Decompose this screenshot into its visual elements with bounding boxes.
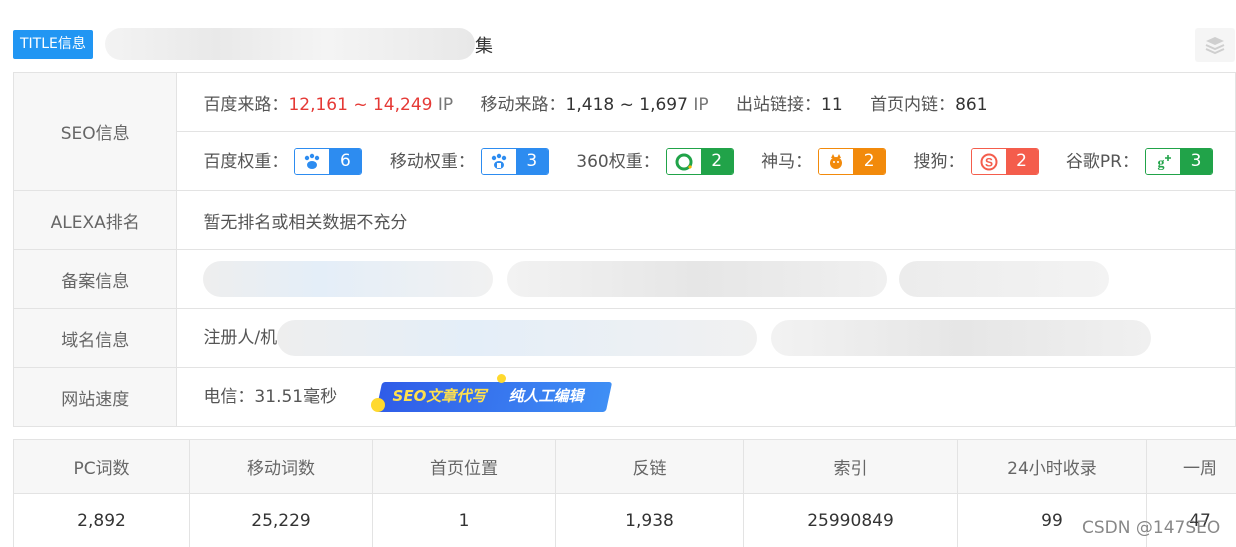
- seo-writing-ad-banner[interactable]: SEO文章代写 纯人工编辑: [370, 374, 612, 412]
- backlinks-value: 1,938: [555, 493, 744, 547]
- mobile-words-value: 25,229: [189, 493, 373, 547]
- baidu-mobile-icon: [481, 149, 516, 175]
- speed-value: 电信：31.51毫秒 SEO文章代写 纯人工编辑: [176, 367, 1236, 427]
- domain-redacted: [771, 320, 1152, 356]
- google-plus-icon: g: [1146, 149, 1180, 175]
- baidu-paw-icon: [295, 149, 330, 175]
- header-pc-words: PC词数: [13, 439, 190, 494]
- table-row: 2,892 25,229 1 1,938 25990849 99 47: [13, 493, 1236, 547]
- watermark: CSDN @147SEO: [1082, 518, 1221, 538]
- title-badge: TITLE信息: [13, 30, 93, 59]
- title-redacted: [105, 28, 475, 60]
- seo-label: SEO信息: [12, 72, 178, 191]
- svg-text:S: S: [985, 155, 993, 169]
- shenma-icon: [819, 149, 854, 175]
- domain-label: 域名信息: [12, 308, 178, 368]
- homepage-position-value: 1: [372, 493, 556, 547]
- header-backlinks: 反链: [555, 439, 744, 494]
- beian-redacted: [203, 261, 494, 297]
- sogou-weight-badge[interactable]: S2: [970, 148, 1039, 176]
- shenma-weight-badge[interactable]: 2: [818, 148, 887, 176]
- header-week: 一周: [1146, 439, 1236, 494]
- google-pr-badge[interactable]: g3: [1145, 148, 1213, 176]
- baidu-traffic: 百度来路：12,161 ~ 14,249 IP: [203, 94, 454, 115]
- beian-label: 备案信息: [12, 249, 178, 309]
- beian-value: [176, 249, 1236, 309]
- pc-words-value: 2,892: [13, 493, 190, 547]
- header-index: 索引: [743, 439, 958, 494]
- header-24h-indexed: 24小时收录: [957, 439, 1147, 494]
- index-value: 25990849: [743, 493, 958, 547]
- 360-weight-badge[interactable]: 2: [665, 148, 734, 176]
- seo-info-table: SEO信息 百度来路：12,161 ~ 14,249 IP 移动来路：1,418…: [12, 72, 1236, 427]
- 360-ring-icon: [666, 149, 701, 175]
- seo-row-weights: 百度权重： 6 移动权重： 3 360权重： 2 神马： 2 搜狗： S 2 谷歌PR： g 3: [176, 131, 1236, 191]
- homepage-internal-links: 首页内链：861: [870, 94, 988, 115]
- stack-icon[interactable]: [1195, 28, 1235, 62]
- alexa-label: ALEXA排名: [12, 190, 178, 250]
- header-homepage-position: 首页位置: [372, 439, 556, 494]
- title-row: TITLE信息 集: [13, 28, 1235, 62]
- header-mobile-words: 移动词数: [189, 439, 373, 494]
- keyword-stats-table: PC词数 移动词数 首页位置 反链 索引 24小时收录 一周 2,892 25,…: [13, 439, 1236, 547]
- title-tail: 集: [475, 36, 493, 57]
- baidu-weight-badge[interactable]: 6: [294, 148, 363, 176]
- domain-value: 注册人/机: [176, 308, 1236, 368]
- mobile-weight-badge[interactable]: 3: [480, 148, 549, 176]
- domain-redacted: [277, 320, 758, 356]
- mobile-traffic: 移动来路：1,418 ~ 1,697 IP: [480, 94, 709, 115]
- speed-label: 网站速度: [12, 367, 178, 427]
- beian-redacted: [899, 261, 1110, 297]
- beian-redacted: [507, 261, 888, 297]
- svg-text:g: g: [1158, 156, 1165, 171]
- sogou-icon: S: [971, 149, 1006, 175]
- seo-row-traffic: 百度来路：12,161 ~ 14,249 IP 移动来路：1,418 ~ 1,6…: [176, 72, 1236, 132]
- outbound-links: 出站链接：11: [736, 94, 843, 115]
- alexa-value: 暂无排名或相关数据不充分: [176, 190, 1236, 250]
